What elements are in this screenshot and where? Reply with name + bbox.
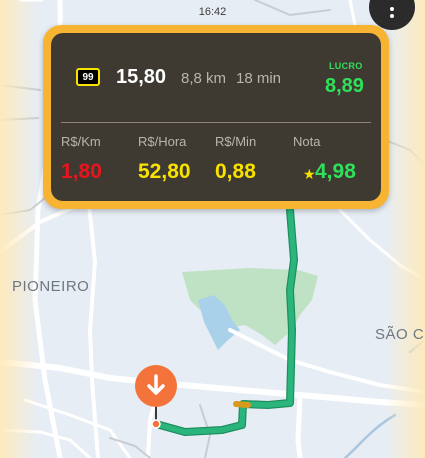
fare-value: 15,80: [116, 66, 167, 88]
ride-offer-card[interactable]: 99 15,80 8,8 km 18 min LUCRO 8,89 R$/Km …: [43, 25, 389, 209]
route-traffic: [233, 401, 251, 408]
trip-distance: 8,8 km: [181, 70, 227, 87]
metric-value-per-km: 1,80: [61, 160, 102, 183]
more-vert-icon: [390, 7, 394, 18]
status-bar-time: 16:42: [198, 6, 227, 18]
map-edge-shade-right: [385, 0, 425, 458]
divider: [61, 122, 371, 123]
trip-duration: 18 min: [236, 70, 282, 87]
star-icon: ★: [303, 166, 316, 182]
map-edge-shade-left: [0, 0, 38, 458]
metric-value-per-min: 0,88: [215, 160, 256, 183]
profit-value: 8,89: [325, 75, 364, 97]
metric-label-per-km: R$/Km: [61, 134, 101, 149]
app-badge: 99: [76, 68, 100, 86]
metric-value-rating: 4,98: [315, 160, 356, 183]
metric-label-per-min: R$/Min: [215, 134, 257, 149]
road: [295, 392, 303, 458]
metric-label-per-hour: R$/Hora: [138, 134, 187, 149]
metric-value-per-hour: 52,80: [138, 160, 191, 183]
back-arrow-icon[interactable]: [18, 0, 44, 14]
profit-label: LUCRO: [329, 61, 363, 71]
map-label-neighborhood: SÃO C: [375, 326, 425, 343]
destination-pin[interactable]: [131, 365, 181, 433]
metric-label-rating: Nota: [293, 134, 321, 149]
ride-offer-panel: 99 15,80 8,8 km 18 min LUCRO 8,89 R$/Km …: [51, 33, 381, 201]
map-label-neighborhood: PIONEIRO: [12, 278, 90, 295]
